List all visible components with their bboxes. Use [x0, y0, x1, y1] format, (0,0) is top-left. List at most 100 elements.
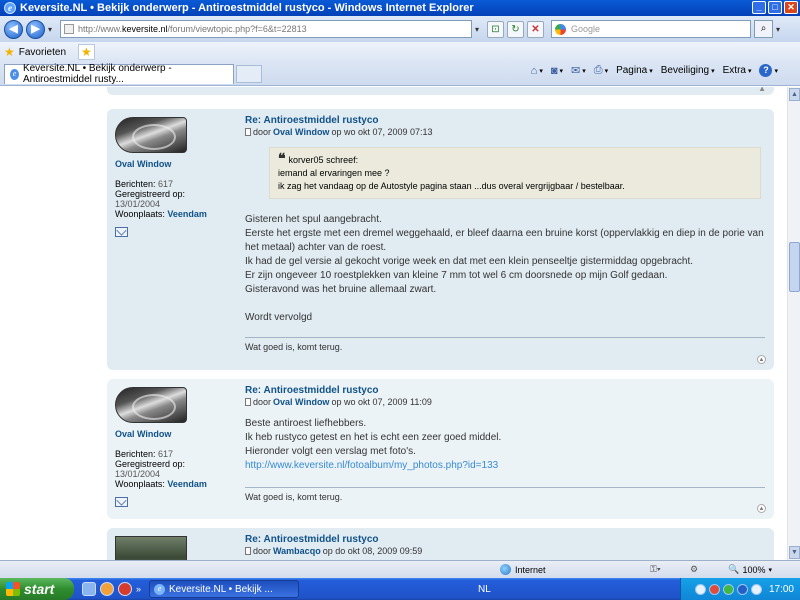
quick-launch — [82, 582, 132, 596]
address-input[interactable]: http://www.keversite.nl/forum/viewtopic.… — [60, 20, 472, 38]
google-icon — [555, 23, 566, 35]
search-placeholder: Google — [571, 24, 601, 34]
taskbar-item-browser[interactable]: e Keversite.NL • Bekijk ... — [149, 580, 300, 598]
refresh-button[interactable]: ↻ — [507, 20, 524, 38]
forward-button[interactable]: ▶ — [26, 19, 45, 39]
security-zone[interactable]: Internet — [500, 564, 546, 575]
quick-launch-more-icon[interactable]: » — [136, 584, 141, 594]
email-icon[interactable] — [115, 227, 128, 237]
url-text: http://www.keversite.nl/forum/viewtopic.… — [78, 24, 307, 34]
post-icon[interactable] — [245, 547, 251, 555]
status-bar: Internet ⚿▾ ⚙ 🔍 100% ▾ — [0, 560, 800, 578]
network-icon[interactable] — [694, 583, 706, 595]
back-to-top-icon[interactable]: ▲ — [757, 355, 766, 364]
language-indicator[interactable]: NL — [478, 584, 491, 595]
search-input[interactable]: Google — [551, 20, 751, 38]
favorites-bar: ★ Favorieten ★ — [0, 42, 800, 62]
post-text: Beste antiroest liefhebbers. Ik heb rust… — [245, 418, 502, 471]
post-signature: Wat goed is, komt terug. — [245, 487, 765, 502]
scroll-down-icon[interactable]: ▼ — [789, 546, 800, 559]
avatar — [115, 536, 187, 560]
post-title[interactable]: Re: Antiroestmiddel rustyco — [245, 115, 765, 126]
post-profile — [115, 536, 230, 560]
profile-username[interactable]: Oval Window — [115, 429, 230, 439]
window-controls: _ □ ✕ — [752, 1, 798, 14]
tab-favicon-icon: e — [10, 68, 19, 80]
post-title[interactable]: Re: Antiroestmiddel rustyco — [245, 534, 765, 545]
home-button[interactable]: ⌂ ▾ — [531, 65, 543, 77]
protected-mode-icon[interactable]: ⚿▾ — [650, 564, 661, 575]
previous-post-stub: ▲ — [107, 87, 774, 95]
post-author-line: door Oval Window op wo okt 07, 2009 07:1… — [245, 127, 765, 137]
post-profile: Oval Window Berichten: 617 Geregistreerd… — [115, 387, 230, 507]
quote-block: ❝ korver05 schreef: iemand al ervaringen … — [269, 147, 761, 199]
post-signature: Wat goed is, komt terug. — [245, 337, 765, 352]
printer-icon: ⎙ — [593, 64, 603, 76]
post-icon[interactable] — [245, 128, 251, 136]
post-author-line: door Oval Window op wo okt 07, 2009 11:0… — [245, 397, 765, 407]
page-content: ▲ Oval Window Berichten: 617 Geregistree… — [0, 87, 787, 560]
security-menu[interactable]: Beveiliging ▾ — [661, 65, 715, 76]
show-desktop-icon[interactable] — [82, 582, 96, 596]
close-button[interactable]: ✕ — [784, 1, 798, 14]
favorites-button[interactable]: Favorieten — [19, 47, 66, 58]
page-menu[interactable]: Pagina ▾ — [616, 65, 653, 76]
windows-logo-icon — [6, 582, 20, 596]
add-favorite-icon[interactable]: ★ — [78, 44, 95, 60]
browser-icon[interactable] — [100, 582, 114, 596]
volume-icon[interactable] — [750, 583, 762, 595]
profile-username[interactable]: Oval Window — [115, 159, 230, 169]
address-dropdown-icon[interactable]: ▾ — [475, 25, 484, 34]
post-icon[interactable] — [245, 398, 251, 406]
home-icon: ⌂ — [530, 64, 538, 77]
search-options-dropdown-icon[interactable]: ▾ — [776, 25, 785, 34]
security-icon[interactable]: ⚙ — [690, 564, 698, 575]
feeds-button[interactable]: ◙ ▾ — [551, 65, 563, 77]
favorites-star-icon[interactable]: ★ — [4, 45, 15, 59]
tab-active[interactable]: e Keversite.NL • Bekijk onderwerp - Anti… — [4, 63, 234, 85]
search-button[interactable]: ⌕ — [754, 20, 773, 38]
scroll-thumb[interactable] — [789, 242, 800, 292]
post-author[interactable]: Wambacqo — [273, 546, 321, 556]
post-body: Re: Antiroestmiddel rustyco door Wambacq… — [245, 534, 765, 556]
avatar — [115, 387, 187, 423]
start-button[interactable]: start — [0, 578, 74, 600]
email-icon[interactable] — [115, 497, 128, 507]
forum-post: Oval Window Berichten: 617 Geregistreerd… — [107, 109, 774, 370]
maximize-button[interactable]: □ — [768, 1, 782, 14]
compatibility-button[interactable]: ⊡ — [487, 20, 504, 38]
page-icon — [64, 24, 74, 34]
vertical-scrollbar[interactable]: ▲ ▼ — [787, 87, 800, 560]
post-text: Gisteren het spul aangebracht. Eerste he… — [245, 214, 764, 323]
address-toolbar: ◀ ▶ ▾ http://www.keversite.nl/forum/view… — [0, 16, 800, 42]
print-button[interactable]: ⎙ ▾ — [594, 64, 608, 77]
help-icon: ? — [759, 64, 773, 77]
stop-button[interactable]: ✕ — [527, 20, 544, 38]
history-dropdown-icon[interactable]: ▾ — [48, 25, 57, 34]
post-title[interactable]: Re: Antiroestmiddel rustyco — [245, 385, 765, 396]
security-center-icon[interactable] — [736, 583, 748, 595]
back-button[interactable]: ◀ — [4, 19, 23, 39]
scroll-up-icon[interactable]: ▲ — [789, 88, 800, 101]
post-author[interactable]: Oval Window — [273, 397, 329, 407]
antivirus-icon[interactable] — [708, 583, 720, 595]
forum-post: Oval Window Berichten: 617 Geregistreerd… — [107, 379, 774, 519]
back-to-top-icon[interactable]: ▲ — [758, 87, 766, 93]
extra-menu[interactable]: Extra ▾ — [723, 65, 752, 76]
internet-explorer-icon: e — [154, 583, 166, 595]
back-to-top-icon[interactable]: ▲ — [757, 504, 766, 513]
zoom-control[interactable]: 🔍 100% ▾ — [728, 564, 772, 575]
mail-button[interactable]: ✉ ▾ — [571, 64, 586, 77]
rss-icon: ◙ — [550, 64, 558, 77]
window-titlebar: e Keversite.NL • Bekijk onderwerp - Anti… — [0, 0, 800, 16]
photo-album-link[interactable]: http://www.keversite.nl/fotoalbum/my_pho… — [245, 460, 498, 471]
minimize-button[interactable]: _ — [752, 1, 766, 14]
help-menu[interactable]: ? ▾ — [759, 64, 778, 77]
post-author[interactable]: Oval Window — [273, 127, 329, 137]
update-icon[interactable] — [722, 583, 734, 595]
post-author-line: door Wambacqo op do okt 08, 2009 09:59 — [245, 546, 765, 556]
new-tab-button[interactable] — [236, 64, 262, 83]
media-icon[interactable] — [118, 582, 132, 596]
clock: 17:00 — [768, 583, 794, 595]
avatar — [115, 117, 187, 153]
